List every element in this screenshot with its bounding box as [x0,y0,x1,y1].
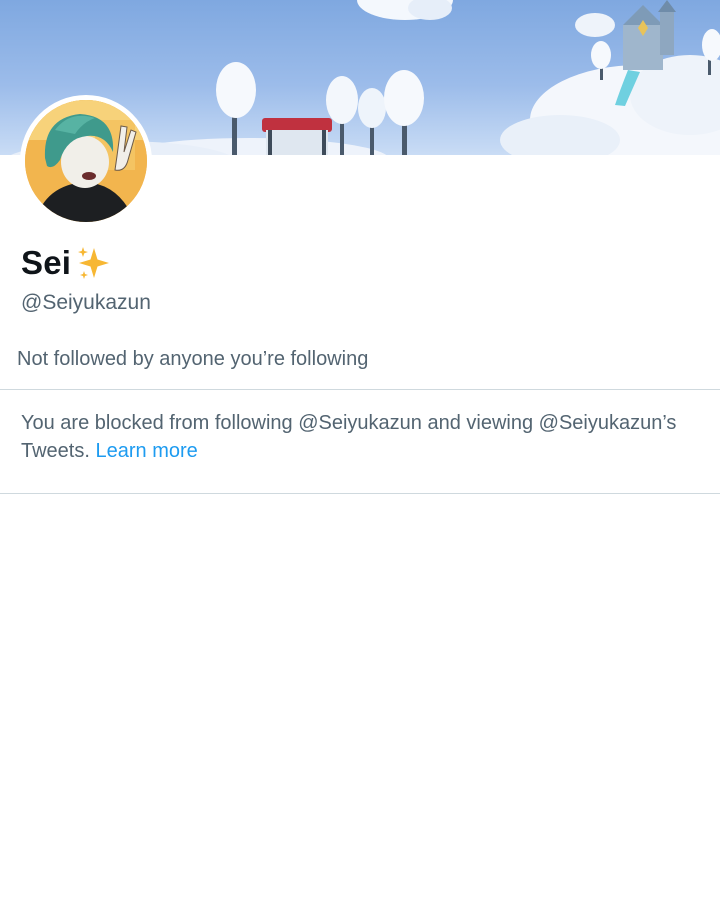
profile-name-row: Sei [21,244,113,282]
blocked-notice: You are blocked from following @Seiyukaz… [21,409,711,465]
profile-handle: @Seiyukazun [21,291,151,314]
learn-more-link[interactable]: Learn more [95,440,197,462]
profile-avatar[interactable] [20,95,152,227]
divider [0,493,720,494]
divider [0,389,720,390]
followers-you-know: Not followed by anyone you’re following [17,348,369,370]
sparkles-icon [75,244,113,282]
display-name: Sei [21,244,72,281]
avatar-image [25,100,147,222]
